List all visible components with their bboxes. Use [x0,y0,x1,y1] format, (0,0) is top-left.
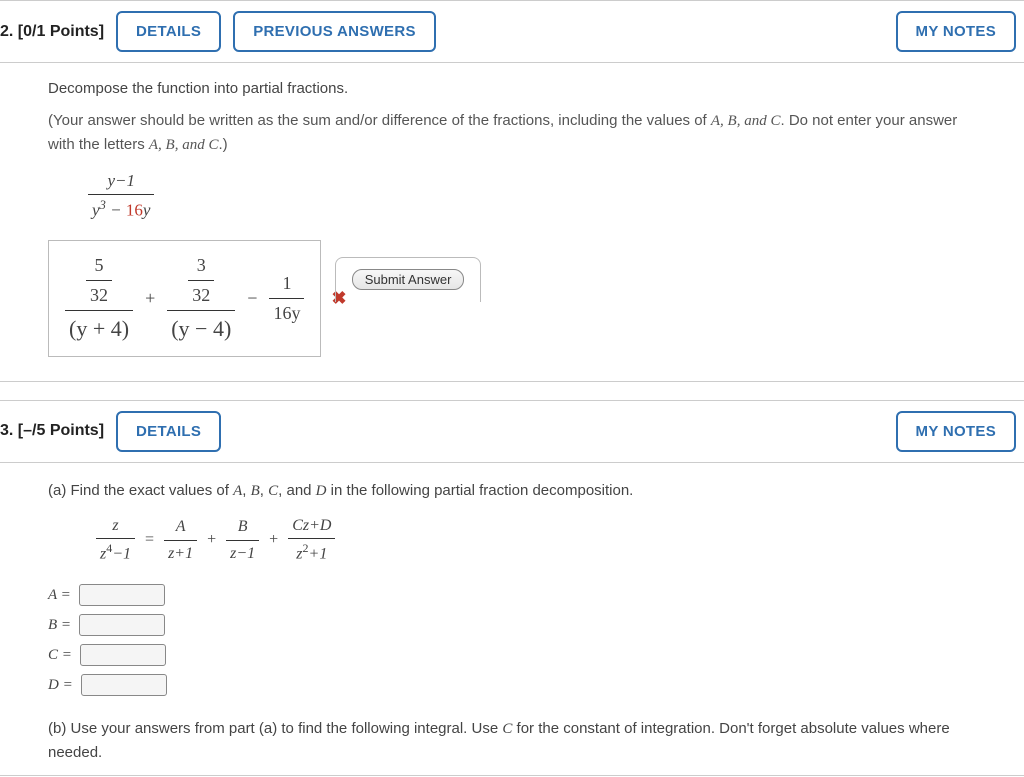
my-notes-button[interactable]: MY NOTES [896,11,1016,52]
question-2-body: Decompose the function into partial frac… [0,63,1024,381]
input-D[interactable] [81,674,167,696]
input-C-row: C = [48,643,984,667]
expr-numerator: y−1 [88,167,154,195]
student-answer-row: 5 32 (y + 4) + 3 32 (y − 4) [48,240,347,357]
original-expression: y−1 y3 − 16y [88,167,984,224]
input-A[interactable] [79,584,165,606]
details-button[interactable]: DETAILS [116,11,221,52]
submit-panel: Submit Answer [335,257,482,302]
question-3-body: (a) Find the exact values of A, B, C, an… [0,463,1024,766]
answer-term-2: 3 32 (y − 4) [167,251,235,346]
label-B: B = [48,613,71,637]
student-answer-box[interactable]: 5 32 (y + 4) + 3 32 (y − 4) [48,240,321,357]
question-2-header: 2. [0/1 Points] DETAILS PREVIOUS ANSWERS… [0,1,1024,63]
previous-answers-button[interactable]: PREVIOUS ANSWERS [233,11,436,52]
label-A: A = [48,583,71,607]
my-notes-button[interactable]: MY NOTES [896,411,1016,452]
input-D-row: D = [48,673,984,697]
part-b-text: (b) Use your answers from part (a) to fi… [48,717,984,765]
minus-operator: − [243,284,261,313]
input-A-row: A = [48,583,984,607]
instruction-line-1: Decompose the function into partial frac… [48,77,984,101]
answer-term-3: 1 16y [269,269,304,328]
decomposition-expression: z z4−1 = A z+1 + B z−1 + Cz+D z2+1 [96,513,984,568]
input-C[interactable] [80,644,166,666]
input-B[interactable] [79,614,165,636]
plus-operator: + [141,284,159,313]
label-D: D = [48,673,73,697]
part-a-text: (a) Find the exact values of A, B, C, an… [48,479,984,503]
label-C: C = [48,643,72,667]
question-3-header: 3. [–/5 Points] DETAILS MY NOTES [0,401,1024,463]
expr-denominator: y3 − 16y [88,195,154,224]
question-2-number: 2. [0/1 Points] [0,23,104,41]
details-button[interactable]: DETAILS [116,411,221,452]
input-B-row: B = [48,613,984,637]
answer-term-1: 5 32 (y + 4) [65,251,133,346]
submit-answer-button[interactable]: Submit Answer [352,269,465,290]
instruction-line-2: (Your answer should be written as the su… [48,109,984,157]
question-3: 3. [–/5 Points] DETAILS MY NOTES (a) Fin… [0,400,1024,777]
question-2: 2. [0/1 Points] DETAILS PREVIOUS ANSWERS… [0,0,1024,382]
question-3-number: 3. [–/5 Points] [0,422,104,440]
